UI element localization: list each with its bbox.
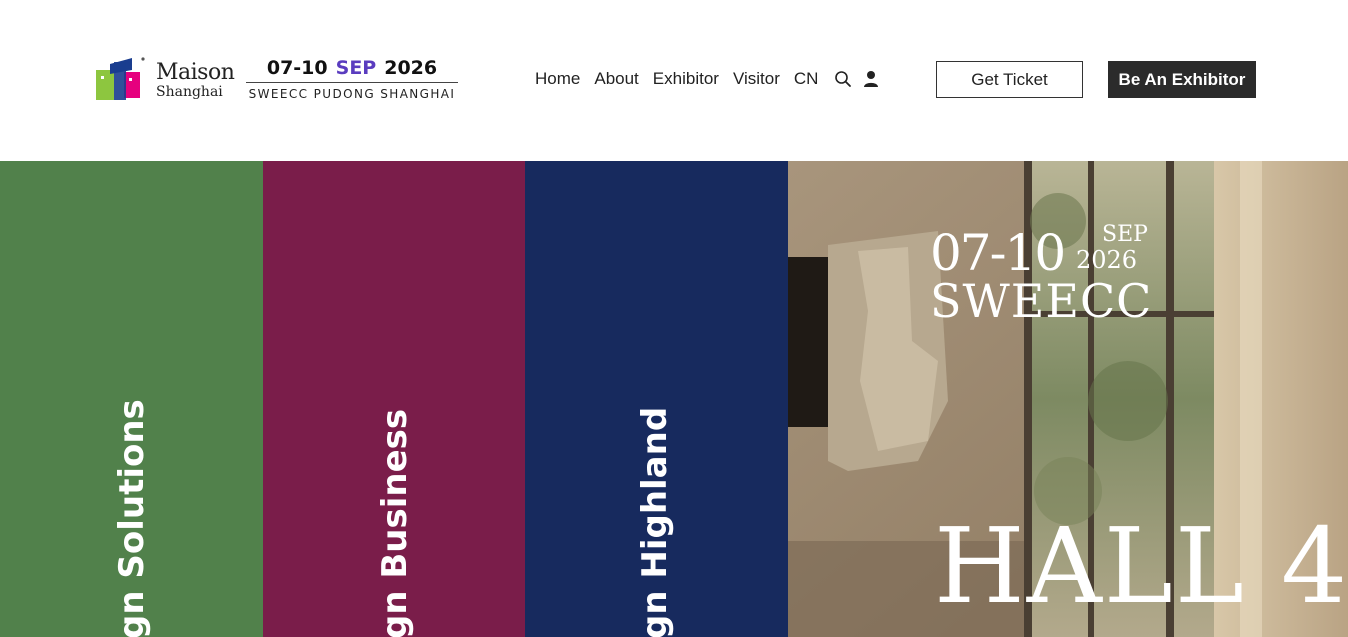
photo-hall-label: HALL 4 <box>934 505 1348 627</box>
hero-panel-business[interactable]: gn Business <box>263 161 525 637</box>
logo-mark-icon <box>96 57 145 100</box>
site-header: Maison Shanghai 07-10 SEP 2026 SWEECC PU… <box>0 0 1348 161</box>
nav-link-about[interactable]: About <box>594 68 638 90</box>
photo-date-block: 07-10 SEP 2026 SWEECC <box>930 223 1153 328</box>
search-icon[interactable] <box>834 70 852 88</box>
be-an-exhibitor-button[interactable]: Be An Exhibitor <box>1108 61 1256 98</box>
photo-event-year: 2026 <box>1076 246 1138 274</box>
logo-wordmark-shanghai: Shanghai <box>156 84 223 100</box>
photo-event-month: SEP <box>1102 222 1148 247</box>
event-month: SEP <box>335 57 377 79</box>
panel-label-business: gn Business <box>375 408 415 637</box>
panel-label-highland: gn Highland <box>635 406 675 637</box>
event-year: 2026 <box>384 57 438 79</box>
nav-link-visitor[interactable]: Visitor <box>733 68 780 90</box>
nav-link-home[interactable]: Home <box>535 68 580 90</box>
get-ticket-button[interactable]: Get Ticket <box>936 61 1083 98</box>
hero-panel-solutions[interactable]: gn Solutions <box>0 161 263 637</box>
photo-event-venue: SWEECC <box>930 274 1153 328</box>
event-date: 07-10 SEP 2026 <box>246 56 458 80</box>
user-icon[interactable] <box>862 70 880 88</box>
event-date-block: 07-10 SEP 2026 SWEECC PUDONG SHANGHAI <box>246 56 458 101</box>
hero-photo-panel[interactable]: 07-10 SEP 2026 SWEECC HALL 4 <box>788 161 1348 637</box>
maison-shanghai-logo[interactable]: Maison Shanghai <box>96 56 236 104</box>
divider <box>246 82 458 83</box>
panel-label-solutions: gn Solutions <box>112 399 152 637</box>
nav-link-exhibitor[interactable]: Exhibitor <box>653 68 719 90</box>
logo-wordmark-maison: Maison <box>156 60 235 85</box>
event-days: 07-10 <box>266 57 328 79</box>
nav-link-cn[interactable]: CN <box>794 68 819 90</box>
hero-panel-highland[interactable]: gn Highland <box>525 161 788 637</box>
event-venue: SWEECC PUDONG SHANGHAI <box>248 87 456 101</box>
main-nav: Home About Exhibitor Visitor CN <box>535 68 890 90</box>
